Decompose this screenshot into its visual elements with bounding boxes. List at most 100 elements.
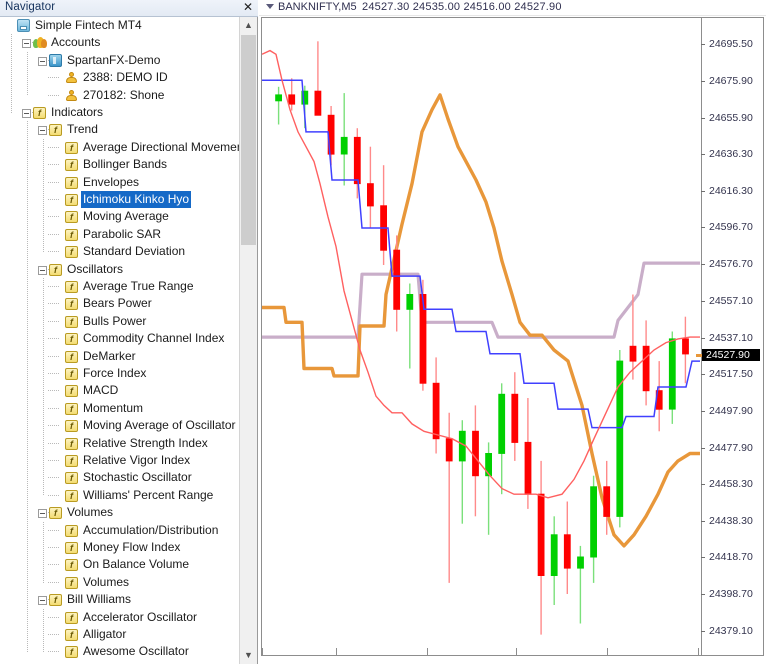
tree-item[interactable]: f Bollinger Bands xyxy=(0,156,240,173)
scroll-up-icon[interactable]: ▲ xyxy=(240,17,257,34)
tree-item[interactable]: 2388: DEMO ID xyxy=(0,69,240,86)
scroll-down-icon[interactable]: ▼ xyxy=(240,647,257,664)
tree-expander-minus[interactable] xyxy=(38,509,47,519)
tree-item[interactable]: f Williams' Percent Range xyxy=(0,487,240,504)
close-icon[interactable]: ✕ xyxy=(241,1,255,15)
tree-item[interactable]: f DeMarker xyxy=(0,348,240,365)
tree-item-label: Accelerator Oscillator xyxy=(83,609,198,624)
price-tick-label: 24616.30 xyxy=(709,185,753,198)
price-tick-label: 24655.90 xyxy=(709,111,753,124)
tree-item[interactable]: f Accumulation/Distribution xyxy=(0,522,240,539)
tree-item[interactable]: f Average True Range xyxy=(0,278,240,295)
tree-item[interactable]: f Bears Power xyxy=(0,295,240,312)
candle-body xyxy=(288,94,296,105)
tree-item[interactable]: f Moving Average of Oscillator xyxy=(0,417,240,434)
tree-item[interactable]: f Volumes xyxy=(0,504,240,521)
tree-item-label: Bill Williams xyxy=(67,592,131,607)
tree-expander-minus[interactable] xyxy=(38,126,47,136)
tree-item[interactable]: Simple Fintech MT4 xyxy=(0,17,240,34)
tree-item[interactable]: SpartanFX-Demo xyxy=(0,52,240,69)
candle-body xyxy=(353,136,361,185)
user-icon xyxy=(65,71,78,84)
tree-item[interactable]: f Stochastic Oscillator xyxy=(0,469,240,486)
tree-item[interactable]: f Indicators xyxy=(0,104,240,121)
candle-body xyxy=(472,430,479,477)
navigator-panel: Navigator ✕ Simple Fintech MT4 Accounts Sp… xyxy=(0,0,258,664)
tree-connector xyxy=(48,460,60,461)
fx-icon: f xyxy=(65,194,78,206)
candle-body xyxy=(537,493,545,577)
fx-icon: f xyxy=(49,263,62,276)
tree-item[interactable]: f On Balance Volume xyxy=(0,556,240,573)
tree-item[interactable]: f Awesome Oscillator xyxy=(0,643,240,660)
time-axis xyxy=(262,647,701,655)
candle-body xyxy=(563,534,571,569)
candle-body xyxy=(682,338,689,355)
tree-connector xyxy=(48,338,60,340)
tree-item[interactable]: f Money Flow Index xyxy=(0,539,240,556)
tree-item[interactable]: f Parabolic SAR xyxy=(0,226,240,243)
fx-icon: f xyxy=(65,385,78,398)
tree-connector xyxy=(48,425,60,427)
tree-item[interactable]: f Commodity Channel Index xyxy=(0,330,240,347)
user-icon xyxy=(65,89,78,102)
tree-expander-minus[interactable] xyxy=(22,39,31,49)
tree-item[interactable]: f Alligator xyxy=(0,626,240,643)
tree-item[interactable]: f Trend xyxy=(0,121,240,138)
candle-body xyxy=(511,393,519,443)
price-scale[interactable]: 24695.50 24675.90 24655.90 24636.30 24616.30… xyxy=(696,17,764,656)
tree-item[interactable]: Accounts xyxy=(0,34,240,51)
tree-item-label: Average True Range xyxy=(83,279,194,293)
tree-item-label: Alligator xyxy=(83,627,127,641)
tree-item-selected[interactable]: f Ichimoku Kinko Hyo xyxy=(0,191,240,208)
tree-item[interactable]: f Moving Average xyxy=(0,208,240,225)
server-icon xyxy=(49,53,62,67)
tree-item[interactable]: f Bill Williams xyxy=(0,591,240,608)
price-tick-label: 24438.30 xyxy=(709,515,753,528)
fx-icon: f xyxy=(65,333,78,346)
price-tick: 24596.70 xyxy=(701,221,764,233)
tree-item[interactable]: f Accelerator Oscillator xyxy=(0,609,240,626)
tree-item[interactable]: 270182: Shone xyxy=(0,87,240,104)
chevron-down-icon[interactable] xyxy=(266,4,274,9)
tree-expander-minus[interactable] xyxy=(38,56,47,66)
tree-connector xyxy=(48,320,60,322)
price-tick-label: 24636.30 xyxy=(709,147,753,160)
tree-item[interactable]: f MACD xyxy=(0,382,240,399)
price-chart-svg xyxy=(262,41,700,635)
tree-item[interactable]: f Relative Vigor Index xyxy=(0,452,240,469)
tree-item[interactable]: f Standard Deviation xyxy=(0,243,240,260)
tree-item[interactable]: f Oscillators xyxy=(0,261,240,278)
price-tick-label: 24497.90 xyxy=(709,404,753,417)
navigator-tree[interactable]: Simple Fintech MT4 Accounts SpartanFX-Demo… xyxy=(0,17,240,664)
tree-expander-minus[interactable] xyxy=(22,109,31,118)
navigator-scrollbar[interactable]: ▲ ▼ xyxy=(239,17,257,664)
candle-body xyxy=(367,183,374,207)
candle-body xyxy=(590,486,598,558)
tree-item[interactable]: f Volumes xyxy=(0,574,240,591)
tree-item-label: Momentum xyxy=(83,400,144,415)
tree-item-label: Accumulation/Distribution xyxy=(83,522,219,537)
chart-plot-area[interactable] xyxy=(261,17,701,656)
scrollbar-thumb[interactable] xyxy=(241,35,256,245)
price-tick-label: 24517.50 xyxy=(709,368,753,381)
tree-item-label: SpartanFX-Demo xyxy=(67,52,161,67)
tree-connector xyxy=(48,407,60,409)
tree-expander-minus[interactable] xyxy=(38,265,47,275)
tree-item[interactable]: f Average Directional Movement Index xyxy=(0,139,240,156)
tree-item-label: Moving Average xyxy=(83,209,169,224)
tree-expander-minus[interactable] xyxy=(38,596,47,606)
candle-body xyxy=(577,556,584,569)
price-tick: 24458.30 xyxy=(701,478,764,490)
tree-item[interactable]: f Momentum xyxy=(0,400,240,417)
candle-body xyxy=(603,486,611,517)
tree-connector xyxy=(48,442,60,444)
tree-item[interactable]: f Envelopes xyxy=(0,174,240,191)
tree-item[interactable]: f Relative Strength Index xyxy=(0,435,240,452)
candle-body xyxy=(314,90,322,116)
tree-connector xyxy=(48,634,60,635)
fx-icon: f xyxy=(65,315,78,328)
tree-item[interactable]: f Bulls Power xyxy=(0,313,240,330)
tree-item[interactable]: f Force Index xyxy=(0,365,240,382)
candle-body xyxy=(445,438,453,462)
